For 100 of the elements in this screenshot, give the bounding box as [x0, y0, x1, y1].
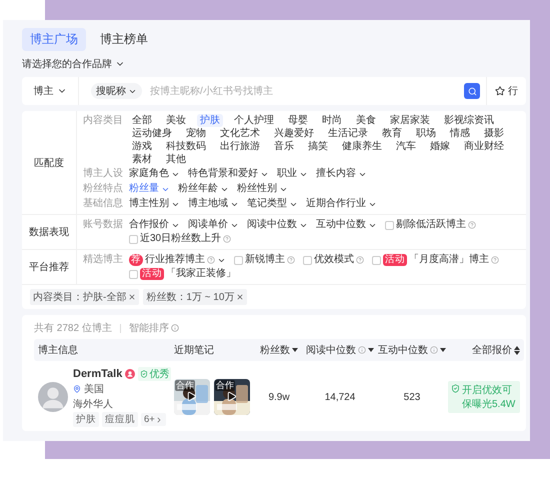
- brand-selector[interactable]: 请选择您的合作品牌: [22, 57, 125, 71]
- category-chip[interactable]: 出行旅游: [217, 140, 263, 153]
- checkbox[interactable]: [385, 220, 394, 230]
- applied-filter-tag[interactable]: 内容类目：护肤-全部: [30, 289, 140, 305]
- category-chip[interactable]: 全部: [129, 114, 155, 127]
- filter-label: 粉丝年龄: [178, 182, 218, 196]
- filter-label: 擅长内容: [316, 167, 356, 181]
- category-chip[interactable]: 运动健身: [129, 127, 175, 140]
- filter-label: 粉丝特点: [83, 182, 124, 196]
- fans-count: 9.9w: [267, 392, 291, 402]
- applied-filter-tag[interactable]: 粉丝数：1万 ~ 10万: [143, 289, 248, 305]
- filter-label: 内容类目: [83, 114, 124, 128]
- category-chip[interactable]: 游戏: [129, 140, 155, 153]
- category-chip[interactable]: 个人护理: [231, 114, 277, 127]
- more-tags-button[interactable]: 6+: [141, 413, 166, 426]
- filter-label: 粉丝性别: [237, 182, 277, 196]
- column-header: 粉丝数: [260, 344, 290, 357]
- category-chip[interactable]: 科技数码: [163, 140, 209, 153]
- shield-icon: [451, 384, 460, 393]
- filter-label: 博主地域: [188, 197, 228, 211]
- quote-note: 开启优效可保曝光5.4W: [462, 384, 516, 411]
- category-chip[interactable]: 汽车: [393, 140, 419, 153]
- sort-icon[interactable]: [440, 348, 446, 352]
- badge: 活动: [383, 254, 407, 266]
- category-chip[interactable]: 母婴: [285, 114, 311, 127]
- category-chip[interactable]: 美妆: [163, 114, 189, 127]
- filter-label: 行业推荐博主: [145, 253, 205, 267]
- close-icon[interactable]: [128, 293, 136, 301]
- avatar: [38, 382, 68, 412]
- search-button[interactable]: [464, 83, 480, 99]
- category-chip[interactable]: 健康养生: [339, 140, 385, 153]
- category-chip[interactable]: 时尚: [319, 114, 345, 127]
- category-chip[interactable]: 兴趣爱好: [271, 127, 317, 140]
- sort-icon[interactable]: [514, 346, 520, 354]
- column-header: 全部报价: [472, 344, 512, 357]
- play-icon[interactable]: [186, 391, 197, 402]
- filter-label: 互动中位数: [316, 218, 366, 232]
- filter-label: 博主人设: [83, 167, 124, 181]
- checkbox[interactable]: [303, 256, 312, 264]
- category-chip[interactable]: 其他: [163, 153, 189, 166]
- filter-label: 阅读中位数: [247, 218, 297, 232]
- tab[interactable]: 博主广场: [22, 28, 86, 51]
- column-header: 互动中位数: [378, 344, 428, 357]
- checkbox-label: 近30日粉丝数上升: [140, 232, 222, 246]
- filter-label: 粉丝量: [129, 182, 159, 196]
- checkbox[interactable]: [129, 270, 138, 278]
- column-header: 阅读中位数: [306, 344, 356, 357]
- category-chip[interactable]: 生活记录: [325, 127, 371, 140]
- user-icon: [125, 369, 136, 379]
- category-chip[interactable]: 情感: [447, 127, 473, 140]
- category-chip[interactable]: 宠物: [183, 127, 209, 140]
- category-chip[interactable]: 教育: [379, 127, 405, 140]
- category-chip[interactable]: 音乐: [271, 140, 297, 153]
- result-count: 共有 2782 位博主: [34, 322, 112, 335]
- filter-label: 合作报价: [129, 218, 169, 232]
- filter-label: 基础信息: [83, 197, 124, 211]
- side-button[interactable]: 行: [486, 77, 526, 105]
- section-label: 平台推荐: [29, 260, 69, 274]
- category-chip[interactable]: 素材: [129, 153, 155, 166]
- section-label: 数据表现: [29, 226, 69, 239]
- shield-icon: [140, 370, 148, 378]
- close-icon[interactable]: [236, 293, 244, 301]
- category-chip[interactable]: 家居家装: [387, 114, 433, 127]
- checkbox-label: 「我家正装修」: [166, 267, 236, 281]
- category-chip[interactable]: 护肤: [197, 114, 223, 127]
- filter-label: 阅读单价: [188, 218, 228, 232]
- blogger-name: DermTalk: [73, 368, 122, 380]
- read-median: 14,724: [324, 392, 356, 402]
- category-chip[interactable]: 商业财经: [461, 140, 507, 153]
- column-header: 博主信息: [38, 344, 78, 357]
- filter-label: 特色背景和爱好: [188, 167, 258, 181]
- badge: 活动: [140, 268, 164, 280]
- category-chip[interactable]: 婚嫁: [427, 140, 453, 153]
- search-icon: [468, 86, 476, 96]
- checkbox[interactable]: [234, 256, 243, 264]
- info-icon: [170, 324, 179, 332]
- category-chip[interactable]: 摄影: [481, 127, 507, 140]
- tab[interactable]: 博主榜单: [92, 28, 156, 51]
- section-label: 匹配度: [34, 156, 64, 170]
- checkbox[interactable]: [372, 256, 381, 264]
- filter-label: 账号数据: [83, 218, 124, 232]
- checkbox[interactable]: [129, 234, 138, 244]
- sort-icon[interactable]: [292, 348, 298, 352]
- category-chip[interactable]: 文化艺术: [217, 127, 263, 140]
- category-chip[interactable]: 职场: [413, 127, 439, 140]
- search-mode-select[interactable]: 搜昵称: [91, 83, 142, 99]
- play-icon[interactable]: [226, 391, 237, 402]
- category-chip[interactable]: 影视综资讯: [441, 114, 497, 127]
- location-pin-icon: [73, 385, 81, 393]
- filter-label: 职业: [277, 167, 297, 181]
- column-header: 近期笔记: [174, 344, 214, 357]
- sort-icon[interactable]: [368, 348, 374, 352]
- checkbox-label: 剔除低活跃博主: [396, 218, 466, 232]
- filter-label: 博主性别: [129, 197, 169, 211]
- location: 美国: [84, 382, 104, 396]
- checkbox-label: 新锐博主: [245, 253, 285, 267]
- filter-label: 精选博主: [83, 253, 124, 267]
- badge: 荐: [129, 254, 143, 266]
- category-chip[interactable]: 美食: [353, 114, 379, 127]
- category-chip[interactable]: 搞笑: [305, 140, 331, 153]
